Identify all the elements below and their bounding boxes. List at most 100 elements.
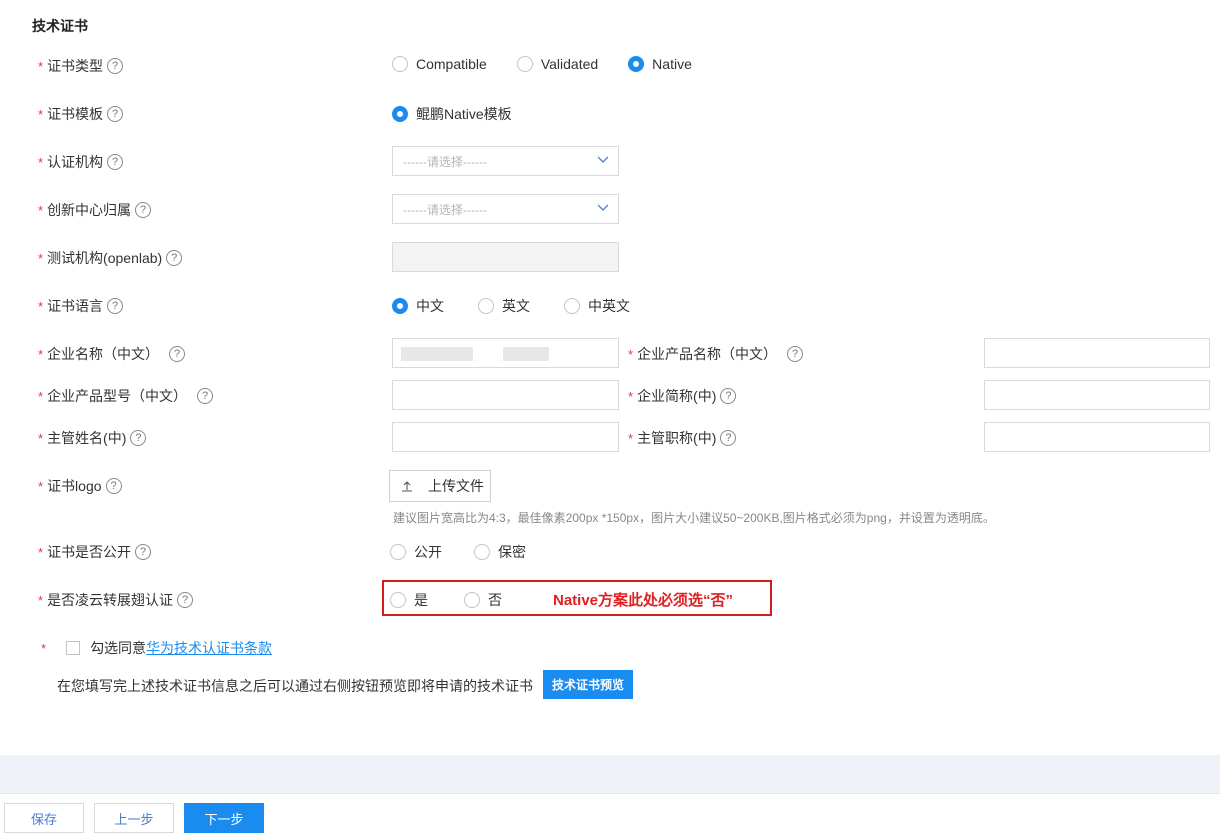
upload-file-button[interactable]: 上传文件 <box>389 470 491 502</box>
radio-kunpeng-native-template[interactable]: 鲲鹏Native模板 <box>392 104 512 124</box>
company-name-input[interactable] <box>392 338 619 368</box>
radio-compatible[interactable]: Compatible <box>392 56 487 72</box>
radio-label: 保密 <box>498 544 526 560</box>
help-icon[interactable]: ? <box>107 106 124 122</box>
radio-native[interactable]: Native <box>628 56 692 72</box>
row-product-model: * 企业产品型号（中文） ? * 企业简称(中) ? <box>0 380 1220 410</box>
radio-dot[interactable] <box>516 56 533 72</box>
radio-validated[interactable]: Validated <box>516 56 599 72</box>
radio-confidential[interactable]: 保密 <box>474 542 526 562</box>
preview-button[interactable]: 技术证书预览 <box>543 670 633 699</box>
row-innovation-center: * 创新中心归属 ? ------请选择------ <box>0 194 1220 224</box>
help-icon[interactable]: ? <box>720 430 737 446</box>
radio-dot[interactable] <box>474 544 490 560</box>
help-icon[interactable]: ? <box>107 58 124 74</box>
test-org-input <box>392 242 619 272</box>
radio-label: 是 <box>414 592 428 608</box>
help-icon[interactable]: ? <box>720 388 737 404</box>
annotation-text: Native方案此处必须选“否” <box>553 592 734 609</box>
required-mark: * <box>38 154 44 170</box>
required-mark: * <box>38 478 44 494</box>
label-product-model: * 企业产品型号（中文） ? <box>38 386 214 406</box>
manager-title-input[interactable] <box>984 422 1210 452</box>
help-icon[interactable]: ? <box>197 388 214 404</box>
radio-dot[interactable] <box>392 106 408 122</box>
required-mark: * <box>628 430 634 446</box>
help-icon[interactable]: ? <box>130 430 147 446</box>
agreement-row: * 勾选同意 华为技术认证书条款 <box>41 638 272 658</box>
label-cert-public: * 证书是否公开 ? <box>38 542 152 562</box>
label-cert-logo: * 证书logo ? <box>38 476 122 496</box>
required-mark: * <box>38 106 44 122</box>
label-text: 证书是否公开 <box>47 544 132 560</box>
radio-dot[interactable] <box>392 298 408 314</box>
required-mark: * <box>38 388 44 404</box>
label-text: 企业产品型号（中文） <box>47 388 188 404</box>
manager-name-input[interactable] <box>392 422 619 452</box>
help-icon[interactable]: ? <box>169 346 186 362</box>
radio-label: 否 <box>488 592 502 608</box>
help-icon[interactable]: ? <box>107 154 124 170</box>
agreement-link[interactable]: 华为技术认证书条款 <box>146 638 272 658</box>
label-product-name: * 企业产品名称（中文） ? <box>628 344 804 364</box>
radio-dot[interactable] <box>564 298 580 314</box>
radio-dot[interactable] <box>392 56 408 72</box>
save-button[interactable]: 保存 <box>4 803 84 833</box>
label-test-org: * 测试机构(openlab) ? <box>38 248 183 268</box>
help-icon[interactable]: ? <box>787 346 804 362</box>
required-mark: * <box>41 640 47 656</box>
radio-label: Compatible <box>416 56 487 72</box>
required-mark: * <box>38 202 44 218</box>
radio-dot[interactable] <box>390 544 406 560</box>
label-manager-title: * 主管职称(中) ? <box>628 428 737 448</box>
required-mark: * <box>38 58 44 74</box>
label-text: 测试机构(openlab) <box>47 250 163 266</box>
help-icon[interactable]: ? <box>135 202 152 218</box>
row-company-name: * 企业名称（中文） ? * 企业产品名称（中文） ? <box>0 338 1220 368</box>
next-step-button[interactable]: 下一步 <box>184 803 264 833</box>
label-text: 证书类型 <box>47 58 104 74</box>
help-icon[interactable]: ? <box>105 478 122 494</box>
cert-language-radio-group: 中文 英文 中英文 <box>392 296 660 316</box>
help-icon[interactable]: ? <box>107 298 124 314</box>
footer-bar: 保存 上一步 下一步 <box>0 793 1220 838</box>
radio-label: 英文 <box>502 298 530 314</box>
radio-dot[interactable] <box>464 592 480 608</box>
row-cert-logo: * 证书logo ? 上传文件 建议图片宽高比为4:3，最佳像素200px *1… <box>0 470 1220 530</box>
radio-label: 中文 <box>416 298 444 314</box>
radio-label: Native <box>652 56 692 72</box>
radio-label: Validated <box>540 56 599 72</box>
label-text: 企业产品名称（中文） <box>637 346 778 362</box>
chevron-down-icon <box>598 204 608 211</box>
radio-chinese[interactable]: 中文 <box>392 296 444 316</box>
radio-chinese-english[interactable]: 中英文 <box>564 296 630 316</box>
help-icon[interactable]: ? <box>177 592 194 608</box>
radio-no[interactable]: 否 <box>464 590 502 610</box>
cert-org-select[interactable]: ------请选择------ <box>392 146 619 176</box>
upload-icon <box>402 481 412 492</box>
radio-dot[interactable] <box>628 56 645 72</box>
help-icon[interactable]: ? <box>166 250 183 266</box>
label-cert-type: * 证书类型 ? <box>38 56 124 76</box>
select-placeholder: ------请选择------ <box>403 202 487 217</box>
redacted-text <box>401 347 473 361</box>
prev-step-button[interactable]: 上一步 <box>94 803 174 833</box>
required-mark: * <box>38 298 44 314</box>
row-manager: * 主管姓名(中) ? * 主管职称(中) ? <box>0 422 1220 452</box>
required-mark: * <box>628 388 634 404</box>
help-icon[interactable]: ? <box>135 544 152 560</box>
product-name-input[interactable] <box>984 338 1210 368</box>
agreement-checkbox[interactable] <box>66 641 81 655</box>
radio-dot[interactable] <box>390 592 406 608</box>
cert-template-radio-group: 鲲鹏Native模板 <box>392 104 542 124</box>
radio-yes[interactable]: 是 <box>390 590 428 610</box>
label-text: 证书logo <box>47 478 102 494</box>
radio-english[interactable]: 英文 <box>478 296 530 316</box>
company-short-input[interactable] <box>984 380 1210 410</box>
label-text: 证书语言 <box>47 298 104 314</box>
radio-dot[interactable] <box>478 298 494 314</box>
innovation-center-select[interactable]: ------请选择------ <box>392 194 619 224</box>
product-model-input[interactable] <box>392 380 619 410</box>
radio-public[interactable]: 公开 <box>390 542 442 562</box>
required-mark: * <box>38 592 44 608</box>
